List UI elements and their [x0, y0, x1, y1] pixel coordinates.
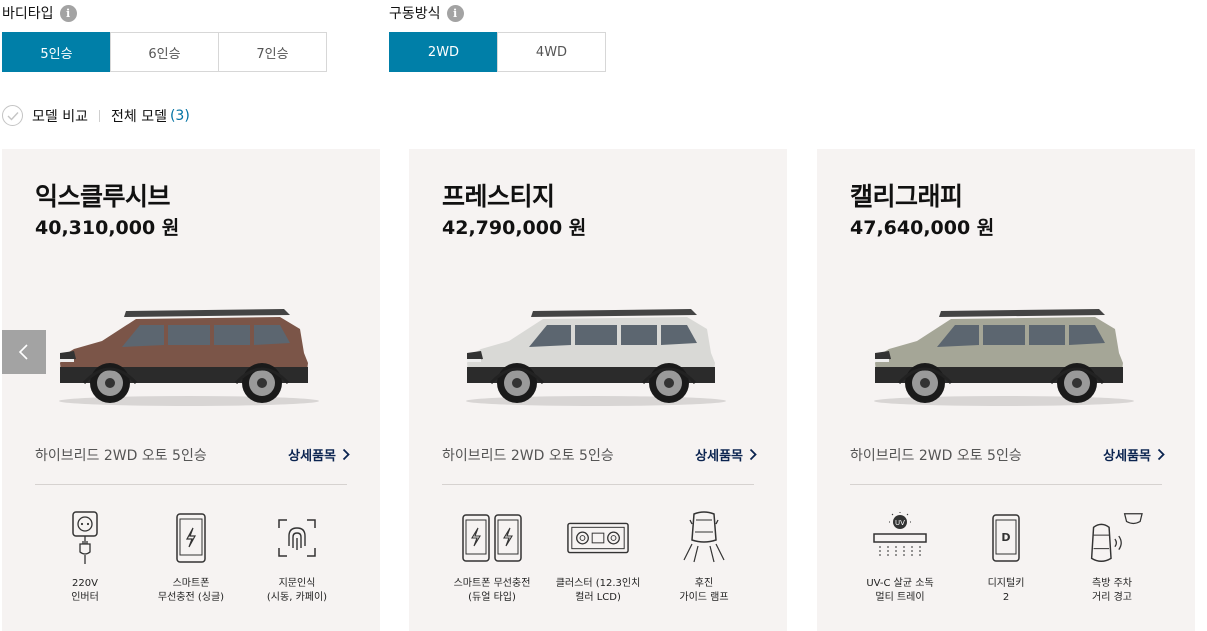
detail-items-link[interactable]: 상세품목	[1103, 445, 1165, 464]
feature-list: 스마트폰 무선충전 (듀얼 타입) 클러스터 (12.3인치 컬러 LCD) 후…	[442, 509, 754, 605]
uv-tray-icon: UV	[868, 509, 932, 567]
detail-label: 상세품목	[1103, 449, 1151, 464]
trim-spec: 하이브리드 2WD 오토 5인승	[35, 448, 207, 464]
drive-type-title: 구동방식	[389, 6, 441, 22]
feature-label: 스마트폰 무선충전 (듀얼 타입)	[453, 578, 531, 603]
trim-name: 익스클루시브	[35, 182, 171, 211]
feature-label: 디지털키 2	[987, 578, 1025, 603]
feature-label: 측방 주차 거리 경고	[1092, 578, 1132, 603]
body-type-option-7[interactable]: 7인승	[218, 32, 327, 72]
model-count: (3)	[169, 107, 190, 124]
feature-item: 220V 인버터	[35, 509, 135, 605]
feature-item: UV UV-C 살균 소독 멀티 트레이	[850, 509, 950, 605]
body-type-filter: 바디타입 i 5인승 6인승 7인승	[2, 4, 327, 72]
digital-key-icon: D	[974, 509, 1038, 567]
feature-label: 220V 인버터	[71, 578, 99, 603]
trim-spec: 하이브리드 2WD 오토 5인승	[442, 448, 614, 464]
info-icon[interactable]: i	[446, 4, 464, 22]
feature-label: 지문인식 (시동, 카페이)	[266, 578, 328, 603]
feature-item: 클러스터 (12.3인치 컬러 LCD)	[548, 509, 648, 605]
feature-label: 스마트폰 무선충전 (싱글)	[157, 578, 225, 603]
drive-option-4wd[interactable]: 4WD	[497, 32, 606, 72]
trim-card[interactable]: 캘리그래피 47,640,000 원 하이브리드 2WD 오토 5인승 상세품목…	[817, 149, 1195, 631]
trim-price: 40,310,000 원	[35, 217, 180, 239]
svg-text:UV: UV	[895, 519, 905, 527]
info-icon[interactable]: i	[59, 4, 77, 22]
drive-type-filter: 구동방식 i 2WD 4WD	[389, 4, 606, 72]
chevron-right-icon	[1157, 448, 1165, 461]
trim-card[interactable]: 프레스티지 42,790,000 원 하이브리드 2WD 오토 5인승 상세품목…	[409, 149, 787, 631]
feature-item: 스마트폰 무선충전 (듀얼 타입)	[442, 509, 542, 605]
carousel-prev-button[interactable]	[2, 330, 46, 374]
feature-label: 후진 가이드 램프	[679, 578, 729, 603]
body-type-segmented: 5인승 6인승 7인승	[2, 32, 327, 72]
feature-label: 클러스터 (12.3인치 컬러 LCD)	[555, 578, 641, 603]
car-image	[869, 301, 1139, 409]
divider	[850, 484, 1162, 485]
divider	[98, 109, 100, 122]
wireless-charge-icon	[159, 509, 223, 567]
feature-item: D 디지털키 2	[956, 509, 1056, 605]
trim-card[interactable]: 익스클루시브 40,310,000 원 하이브리드 2WD 오토 5인승 상세품…	[2, 149, 380, 631]
feature-item: 후진 가이드 램프	[654, 509, 754, 605]
body-type-option-5[interactable]: 5인승	[2, 32, 111, 72]
cluster-icon	[566, 509, 630, 567]
detail-label: 상세품목	[288, 449, 336, 464]
car-image	[54, 301, 324, 409]
detail-items-link[interactable]: 상세품목	[288, 445, 350, 464]
chevron-right-icon	[749, 448, 757, 461]
drive-type-segmented: 2WD 4WD	[389, 32, 606, 72]
chevron-left-icon	[18, 344, 28, 360]
feature-item: 스마트폰 무선충전 (싱글)	[141, 509, 241, 605]
compare-label[interactable]: 모델 비교	[32, 106, 88, 126]
trim-price: 42,790,000 원	[442, 217, 587, 239]
feature-label: UV-C 살균 소독 멀티 트레이	[866, 578, 934, 603]
drive-option-2wd[interactable]: 2WD	[389, 32, 498, 72]
feature-item: 지문인식 (시동, 카페이)	[247, 509, 347, 605]
trim-spec: 하이브리드 2WD 오토 5인승	[850, 448, 1022, 464]
body-type-option-6[interactable]: 6인승	[110, 32, 219, 72]
side-parking-warning-icon	[1080, 509, 1144, 567]
svg-text:D: D	[1001, 531, 1010, 544]
feature-item: 측방 주차 거리 경고	[1062, 509, 1162, 605]
trim-price: 47,640,000 원	[850, 217, 995, 239]
feature-list: 220V 인버터 스마트폰 무선충전 (싱글) 지문인식 (시동, 카페이)	[35, 509, 347, 605]
all-models-label: 전체 모델	[110, 108, 167, 125]
detail-items-link[interactable]: 상세품목	[695, 445, 757, 464]
model-compare-row: 모델 비교 전체 모델 (3)	[2, 105, 190, 126]
detail-label: 상세품목	[695, 449, 743, 464]
fingerprint-icon	[265, 509, 329, 567]
dual-wireless-charge-icon	[460, 509, 524, 567]
trim-name: 캘리그래피	[850, 182, 963, 211]
car-image	[461, 301, 731, 409]
body-type-title: 바디타입	[2, 6, 54, 22]
compare-check-icon[interactable]	[2, 105, 23, 126]
chevron-right-icon	[342, 448, 350, 461]
power-outlet-icon	[53, 509, 117, 567]
reverse-guide-lamp-icon	[672, 509, 736, 567]
trim-name: 프레스티지	[442, 182, 555, 211]
divider	[35, 484, 347, 485]
feature-list: UV UV-C 살균 소독 멀티 트레이 D 디지털키 2 측방 주차 거리 경…	[850, 509, 1162, 605]
divider	[442, 484, 754, 485]
